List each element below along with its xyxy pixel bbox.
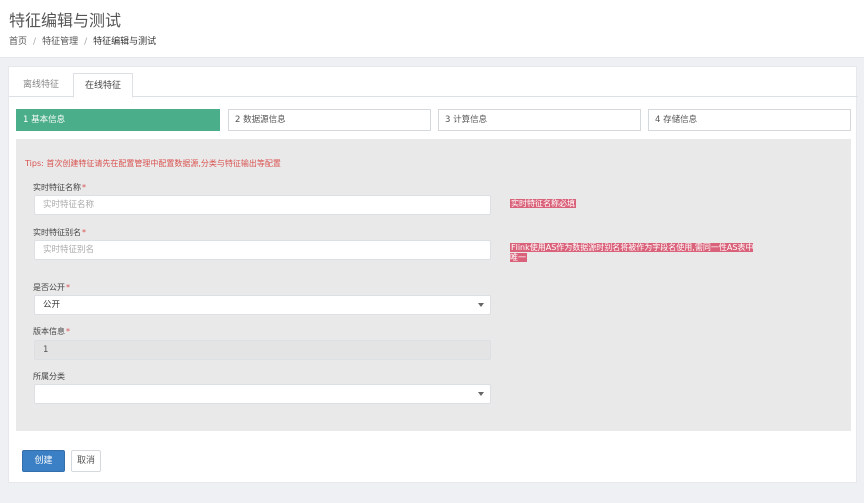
feature-alias-label-text: 实时特征别名 <box>33 228 81 237</box>
feature-name-label-text: 实时特征名称 <box>33 183 81 192</box>
feature-alias-error-text: Flink使用AS作为数据源时别名将被作为字段名使用,需同一性AS表中唯一 <box>510 243 754 262</box>
is-public-select[interactable]: 公开 <box>34 295 491 315</box>
version-label: 版本信息* <box>33 326 70 337</box>
page-header: 特征编辑与测试 首页 / 特征管理 / 特征编辑与测试 <box>0 0 864 58</box>
breadcrumb-separator: / <box>33 37 37 47</box>
version-value: 1 <box>43 345 49 355</box>
chevron-down-icon <box>478 303 484 307</box>
page-title: 特征编辑与测试 <box>9 11 122 30</box>
step-storage-info[interactable]: 4 存储信息 <box>648 109 851 131</box>
cancel-button[interactable]: 取消 <box>71 450 101 472</box>
required-mark: * <box>66 327 70 336</box>
step-bar: 1 基本信息 2 数据源信息 3 计算信息 4 存储信息 <box>16 109 851 131</box>
feature-alias-error: Flink使用AS作为数据源时别名将被作为字段名使用,需同一性AS表中唯一 <box>510 243 760 263</box>
category-label-text: 所属分类 <box>33 372 65 381</box>
breadcrumb-feature-manage[interactable]: 特征管理 <box>42 34 78 47</box>
step-compute-info[interactable]: 3 计算信息 <box>438 109 641 131</box>
feature-name-input[interactable] <box>34 195 491 215</box>
category-label: 所属分类 <box>33 371 65 382</box>
tips-text: Tips: 首次创建特征请先在配置管理中配置数据源,分类与特征输出等配置 <box>25 159 281 168</box>
main-card: 离线特征 在线特征 1 基本信息 2 数据源信息 3 计算信息 4 存储信息 T… <box>8 66 858 483</box>
feature-alias-input[interactable] <box>34 240 491 260</box>
feature-name-error-text: 实时特征名称必填 <box>510 199 576 208</box>
required-mark: * <box>82 228 86 237</box>
required-mark: * <box>66 283 70 292</box>
tab-bar: 离线特征 在线特征 <box>9 67 858 98</box>
form-area: Tips: 首次创建特征请先在配置管理中配置数据源,分类与特征输出等配置 实时特… <box>16 139 851 431</box>
is-public-label: 是否公开* <box>33 282 70 293</box>
is-public-label-text: 是否公开 <box>33 283 65 292</box>
is-public-value: 公开 <box>43 300 61 310</box>
required-mark: * <box>82 183 86 192</box>
feature-alias-label: 实时特征别名* <box>33 227 86 238</box>
version-input: 1 <box>34 340 491 360</box>
chevron-down-icon <box>478 392 484 396</box>
breadcrumb: 首页 / 特征管理 / 特征编辑与测试 <box>9 34 156 47</box>
step-basic-info[interactable]: 1 基本信息 <box>16 109 220 131</box>
step-datasource-info[interactable]: 2 数据源信息 <box>228 109 431 131</box>
breadcrumb-separator: / <box>84 37 88 47</box>
create-button[interactable]: 创建 <box>22 450 65 472</box>
category-select[interactable] <box>34 384 491 404</box>
breadcrumb-home[interactable]: 首页 <box>9 34 27 47</box>
feature-name-error: 实时特征名称必填 <box>510 199 576 209</box>
version-label-text: 版本信息 <box>33 327 65 336</box>
breadcrumb-current: 特征编辑与测试 <box>93 37 157 47</box>
feature-name-label: 实时特征名称* <box>33 182 86 193</box>
tab-offline-feature[interactable]: 离线特征 <box>15 73 67 98</box>
tab-online-feature[interactable]: 在线特征 <box>73 73 133 98</box>
